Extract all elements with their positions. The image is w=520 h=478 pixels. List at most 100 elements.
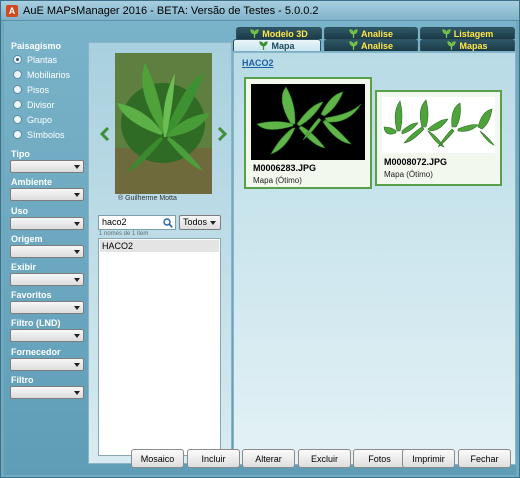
- map-card[interactable]: M0006283.JPG Mapa (Ótimo): [244, 77, 372, 189]
- ambiente-dropdown[interactable]: [10, 188, 84, 201]
- tab-label: Analise: [360, 28, 393, 39]
- imprimir-button[interactable]: Imprimir: [402, 449, 455, 468]
- incluir-button[interactable]: Incluir: [187, 449, 240, 468]
- radio-pisos[interactable]: Pisos: [13, 83, 49, 96]
- results-list[interactable]: HACO2: [98, 238, 221, 456]
- radio-icon: [13, 115, 22, 124]
- plant-photo: [115, 53, 212, 194]
- filter-label-uso: Uso: [11, 206, 29, 216]
- mosaico-button[interactable]: Mosaico: [131, 449, 184, 468]
- fornecedor-dropdown[interactable]: [10, 358, 84, 371]
- window-title: AuE MAPsManager 2016 - BETA: Versão de T…: [23, 5, 319, 17]
- map-status: Mapa (Ótimo): [384, 170, 433, 179]
- fotos-button[interactable]: Fotos: [353, 449, 406, 468]
- radio-label: Símbolos: [27, 129, 65, 140]
- tab-label: Modelo 3D: [262, 28, 308, 39]
- tab-modelo-3d[interactable]: Modelo 3D: [236, 27, 322, 39]
- map-thumbnail: [251, 84, 365, 160]
- app-icon: A: [6, 5, 18, 17]
- radio-mobiliarios[interactable]: Mobiliarios: [13, 68, 70, 81]
- title-bar[interactable]: A AuE MAPsManager 2016 - BETA: Versão de…: [1, 1, 519, 21]
- tab-mapas[interactable]: Mapas: [420, 39, 515, 51]
- uso-dropdown[interactable]: [10, 217, 84, 230]
- map-thumbnail: [382, 97, 495, 153]
- tab-analise[interactable]: Analise: [324, 39, 418, 51]
- chevron-down-icon: [74, 193, 80, 197]
- app-window: A AuE MAPsManager 2016 - BETA: Versão de…: [0, 0, 520, 478]
- filtro-dropdown[interactable]: [10, 386, 84, 399]
- plant-icon: [447, 41, 457, 50]
- plant-icon: [349, 29, 358, 38]
- map-filename: M0006283.JPG: [253, 163, 317, 173]
- radio-simbolos[interactable]: Símbolos: [13, 128, 65, 141]
- map-status: Mapa (Ótimo): [253, 176, 302, 185]
- tab-analise-top[interactable]: Analise: [324, 27, 418, 39]
- radio-label: Plantas: [27, 54, 58, 65]
- filter-label-filtro-lnd: Filtro (LND): [11, 318, 61, 328]
- radio-divisor[interactable]: Divisor: [13, 98, 55, 111]
- radio-icon: [13, 55, 22, 64]
- chevron-down-icon: [74, 165, 80, 169]
- origem-dropdown[interactable]: [10, 245, 84, 258]
- radio-icon: [13, 100, 22, 109]
- radio-icon: [13, 130, 22, 139]
- chevron-down-icon: [74, 334, 80, 338]
- filtro-lnd-dropdown[interactable]: [10, 329, 84, 342]
- radio-icon: [13, 85, 22, 94]
- tab-label: Listagem: [453, 28, 494, 39]
- fechar-button[interactable]: Fechar: [458, 449, 511, 468]
- chevron-left-icon: [100, 127, 110, 141]
- photo-credit: ® Guilherme Motta: [118, 195, 177, 202]
- paisagismo-title: Paisagismo: [11, 41, 62, 51]
- filter-label-exibir: Exibir: [11, 262, 37, 272]
- scope-value: Todos: [183, 217, 208, 227]
- search-value: haco2: [102, 217, 127, 227]
- section-title-link[interactable]: HACO2: [242, 58, 274, 68]
- exibir-dropdown[interactable]: [10, 273, 84, 286]
- filter-label-ambiente: Ambiente: [11, 177, 53, 187]
- filter-label-filtro: Filtro: [11, 375, 34, 385]
- scope-dropdown[interactable]: Todos: [179, 215, 221, 230]
- radio-label: Grupo: [27, 114, 53, 125]
- tab-label: Mapa: [271, 40, 295, 51]
- plant-icon: [349, 41, 358, 50]
- radio-label: Pisos: [27, 84, 50, 95]
- tab-label: Mapas: [459, 40, 488, 51]
- chevron-down-icon: [74, 222, 80, 226]
- map-card[interactable]: M0008072.JPG Mapa (Ótimo): [375, 90, 502, 186]
- chevron-down-icon: [74, 391, 80, 395]
- client-area: Paisagismo Plantas Mobiliarios Pisos Div…: [4, 21, 516, 475]
- chevron-down-icon: [74, 306, 80, 310]
- previous-photo-button[interactable]: [98, 125, 112, 143]
- maps-panel: HACO2 M0006283.JPG Mapa (Ótimo) M0008072…: [233, 52, 516, 465]
- plant-icon: [250, 29, 259, 38]
- search-input[interactable]: haco2: [98, 215, 176, 230]
- chevron-down-icon: [74, 363, 80, 367]
- filter-label-tipo: Tipo: [11, 149, 30, 159]
- next-photo-button[interactable]: [215, 125, 229, 143]
- preview-panel: ® Guilherme Motta haco2 Todos 1 nomes de…: [88, 42, 232, 464]
- radio-grupo[interactable]: Grupo: [13, 113, 52, 126]
- sidebar: Paisagismo Plantas Mobiliarios Pisos Div…: [4, 21, 88, 475]
- list-item[interactable]: HACO2: [100, 240, 219, 252]
- tab-label: Analise: [360, 40, 393, 51]
- filter-label-fornecedor: Fornecedor: [11, 347, 61, 357]
- radio-label: Divisor: [27, 99, 55, 110]
- excluir-button[interactable]: Excluir: [298, 449, 351, 468]
- chevron-down-icon: [74, 278, 80, 282]
- favoritos-dropdown[interactable]: [10, 301, 84, 314]
- filter-label-origem: Origem: [11, 234, 43, 244]
- tipo-dropdown[interactable]: [10, 160, 84, 173]
- tab-mapa[interactable]: Mapa: [233, 39, 321, 51]
- chevron-right-icon: [217, 127, 227, 141]
- radio-plantas[interactable]: Plantas: [13, 53, 57, 66]
- chevron-down-icon: [210, 221, 216, 225]
- plant-icon: [259, 41, 269, 50]
- alterar-button[interactable]: Alterar: [242, 449, 295, 468]
- filter-label-favoritos: Favoritos: [11, 290, 52, 300]
- result-count: 1 nomes de 1 item: [99, 231, 149, 237]
- radio-label: Mobiliarios: [27, 69, 71, 80]
- search-icon[interactable]: [163, 218, 173, 228]
- radio-icon: [13, 70, 22, 79]
- tab-listagem[interactable]: Listagem: [420, 27, 515, 39]
